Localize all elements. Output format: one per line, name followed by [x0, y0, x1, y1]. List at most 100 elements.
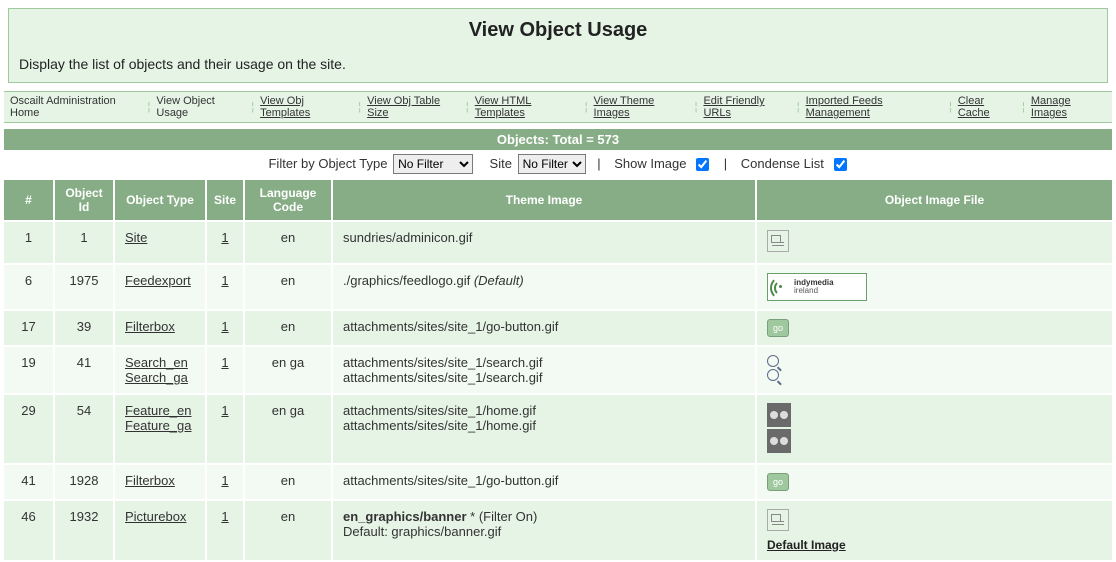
language-code: en	[244, 221, 332, 264]
object-id: 1975	[54, 264, 114, 310]
row-number: 6	[4, 264, 54, 310]
row-number: 46	[4, 500, 54, 561]
show-image-label: Show Image	[614, 156, 686, 171]
search-icon	[767, 355, 779, 367]
object-type-link[interactable]: Search_ga	[125, 370, 188, 385]
filter-bar: Filter by Object Type No Filter Site No …	[4, 150, 1112, 180]
row-number: 17	[4, 310, 54, 346]
object-type-link[interactable]: Picturebox	[125, 509, 186, 524]
site-link[interactable]: 1	[221, 509, 228, 524]
object-type-link[interactable]: Filterbox	[125, 473, 175, 488]
table-row: 2954 Feature_enFeature_ga 1 en gaattachment…	[4, 394, 1112, 464]
object-id: 1928	[54, 464, 114, 500]
column-header: Object Type	[114, 180, 206, 221]
theme-image-cell: attachments/sites/site_1/go-button.gif	[332, 310, 756, 346]
theme-image-cell: ./graphics/feedlogo.gif (Default)	[332, 264, 756, 310]
search-icon	[767, 369, 779, 381]
table-row: 61975 Feedexport 1 en./graphics/feedlogo.gi…	[4, 264, 1112, 310]
object-id: 1932	[54, 500, 114, 561]
filter-site-label: Site	[490, 156, 512, 171]
nav-separator: ¦	[1022, 101, 1025, 113]
filter-object-type-select[interactable]: No Filter	[393, 154, 473, 174]
nav-link[interactable]: Oscailt Administration Home	[10, 95, 142, 119]
table-row: 11Site1ensundries/adminicon.gif	[4, 221, 1112, 264]
object-type-link[interactable]: Search_en	[125, 355, 188, 370]
nav-separator: ¦	[251, 101, 254, 113]
admin-icon	[767, 230, 789, 252]
filter-site-select[interactable]: No Filter	[518, 154, 586, 174]
page-header: View Object Usage Display the list of ob…	[8, 8, 1108, 83]
nav-link[interactable]: View HTML Templates	[475, 95, 579, 119]
theme-image-cell: en_graphics/banner * (Filter On)Default:…	[332, 500, 756, 561]
site-link[interactable]: 1	[221, 319, 228, 334]
object-type-link[interactable]: Feedexport	[125, 273, 191, 288]
home-icon	[767, 403, 791, 427]
home-icon	[767, 429, 791, 453]
condense-list-label: Condense List	[741, 156, 824, 171]
theme-image-cell: attachments/sites/site_1/search.gifattac…	[332, 346, 756, 394]
picture-icon	[767, 509, 789, 531]
go-button-icon: go	[767, 319, 789, 337]
show-image-checkbox[interactable]	[696, 158, 709, 171]
language-code: en	[244, 264, 332, 310]
column-header: Language Code	[244, 180, 332, 221]
page-title: View Object Usage	[19, 19, 1097, 42]
nav-separator: ¦	[358, 101, 361, 113]
default-image-label: Default Image	[767, 538, 846, 552]
site-link[interactable]: 1	[221, 355, 228, 370]
language-code: en	[244, 310, 332, 346]
row-number: 29	[4, 394, 54, 464]
nav-separator: ¦	[949, 101, 952, 113]
language-code: en	[244, 500, 332, 561]
indymedia-logo: indymediaireland	[767, 273, 867, 301]
objects-total-bar: Objects: Total = 573	[4, 129, 1112, 150]
separator: |	[724, 156, 727, 171]
column-header: Theme Image	[332, 180, 756, 221]
table-row: 1941 Search_enSearch_ga 1 en gaattachments/…	[4, 346, 1112, 394]
nav-separator: ¦	[148, 101, 151, 113]
column-header: Object Image File	[756, 180, 1112, 221]
go-button-icon: go	[767, 473, 789, 491]
site-link[interactable]: 1	[221, 473, 228, 488]
nav-separator: ¦	[695, 101, 698, 113]
row-number: 19	[4, 346, 54, 394]
nav-link[interactable]: View Theme Images	[594, 95, 689, 119]
nav-link[interactable]: View Obj Table Size	[367, 95, 460, 119]
table-row: 1739 Filterbox 1 enattachments/sites/site_1…	[4, 310, 1112, 346]
nav-separator: ¦	[585, 101, 588, 113]
filter-object-type-label: Filter by Object Type	[268, 156, 387, 171]
nav-link[interactable]: View Object Usage	[156, 95, 245, 119]
language-code: en ga	[244, 394, 332, 464]
object-id: 54	[54, 394, 114, 464]
object-id: 1	[54, 221, 114, 264]
language-code: en ga	[244, 346, 332, 394]
column-header: Object Id	[54, 180, 114, 221]
site-link[interactable]: 1	[221, 403, 228, 418]
theme-image-cell: attachments/sites/site_1/go-button.gif	[332, 464, 756, 500]
site-link[interactable]: 1	[221, 273, 228, 288]
nav-link[interactable]: Clear Cache	[958, 95, 1016, 119]
object-type-link[interactable]: Feature_en	[125, 403, 192, 418]
nav-link[interactable]: Imported Feeds Management	[806, 95, 943, 119]
object-type-link[interactable]: Feature_ga	[125, 418, 192, 433]
admin-nav-bar: Oscailt Administration Home ¦ View Object …	[4, 91, 1112, 123]
site-link[interactable]: 1	[221, 230, 228, 245]
table-row: 461932 Picturebox 1 enen_graphics/banner * …	[4, 500, 1112, 561]
separator: |	[597, 156, 600, 171]
theme-image-cell: attachments/sites/site_1/home.gifattachm…	[332, 394, 756, 464]
nav-link[interactable]: Manage Images	[1031, 95, 1106, 119]
object-id: 39	[54, 310, 114, 346]
condense-list-checkbox[interactable]	[834, 158, 847, 171]
table-row: 411928Filterbox1enattachments/sites/site…	[4, 464, 1112, 500]
nav-link[interactable]: Edit Friendly URLs	[703, 95, 790, 119]
column-header: #	[4, 180, 54, 221]
object-type-link[interactable]: Site	[125, 230, 147, 245]
objects-table: #Object IdObject Type Site Language CodeTh…	[4, 180, 1112, 562]
nav-separator: ¦	[797, 101, 800, 113]
row-number: 1	[4, 221, 54, 264]
object-id: 41	[54, 346, 114, 394]
theme-image-cell: sundries/adminicon.gif	[332, 221, 756, 264]
nav-link[interactable]: View Obj Templates	[260, 95, 352, 119]
object-type-link[interactable]: Filterbox	[125, 319, 175, 334]
page-description: Display the list of objects and their us…	[19, 56, 1097, 72]
